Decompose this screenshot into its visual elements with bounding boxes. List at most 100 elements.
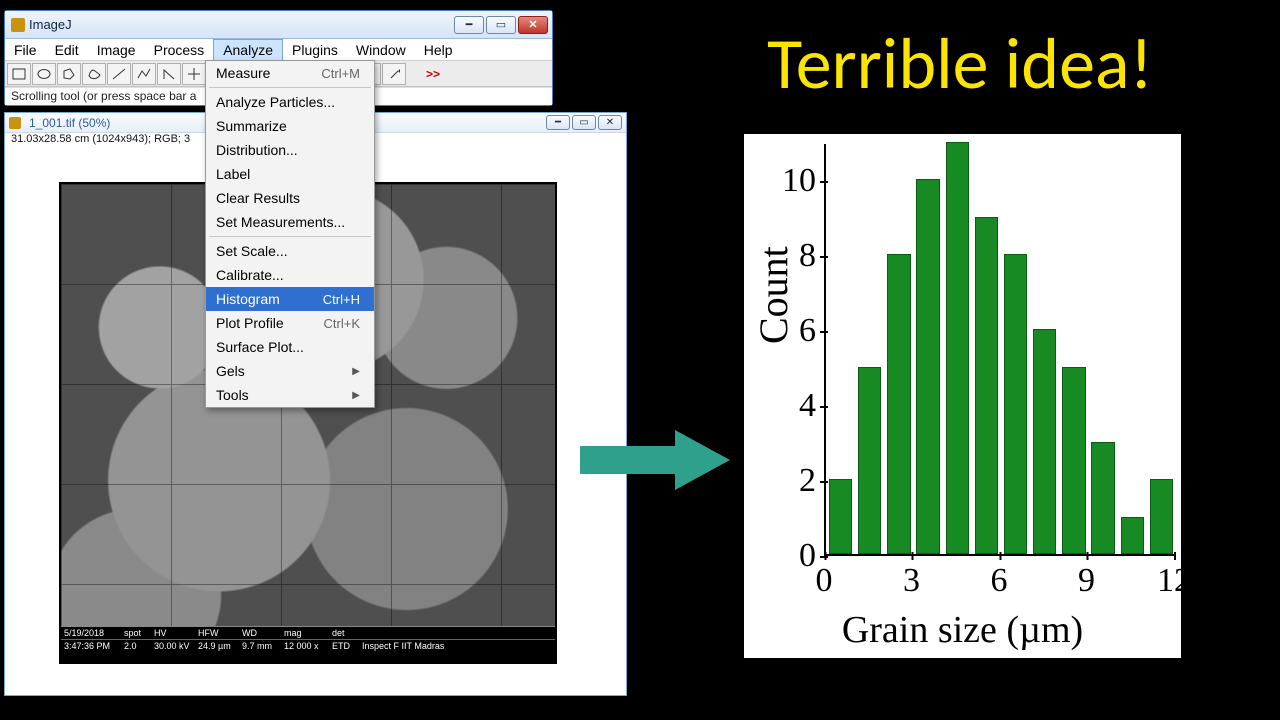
image-maximize-button[interactable]: ▭ [572,115,596,130]
tool-angle[interactable] [157,63,181,85]
chart-bar [975,217,998,554]
menu-item-shortcut: Ctrl+H [323,292,360,307]
sem-hdr-date: 5/19/2018 [64,628,122,638]
menu-item-set-measurements[interactable]: Set Measurements... [206,210,374,234]
menu-item-histogram[interactable]: Histogram Ctrl+H [206,287,374,311]
menu-analyze[interactable]: Analyze [213,39,283,60]
menu-item-label: Plot Profile [216,315,284,331]
menu-item-label: Label [216,166,250,182]
toolbar-more[interactable]: >> [420,63,446,85]
tool-point[interactable] [182,63,206,85]
menu-item-label: Set Measurements... [216,214,345,230]
menu-item-clear-results[interactable]: Clear Results [206,186,374,210]
menu-separator [209,87,371,88]
menu-item-label: Analyze Particles... [216,94,335,110]
sem-val-spot: 2.0 [124,641,152,651]
image-window-icon [9,117,21,129]
slide-headline: Terrible idea! [660,20,1260,108]
menu-item-surface-plot[interactable]: Surface Plot... [206,335,374,359]
menu-item-shortcut: Ctrl+K [324,316,360,331]
sem-val-hv: 30.00 kV [154,641,196,651]
sem-hdr-hfw: HFW [198,628,240,638]
chart-ytick: 2 [768,462,816,500]
chart-ytick: 4 [768,387,816,425]
chart-ytick: 8 [768,237,816,275]
chart-bar [1150,479,1173,554]
menu-item-label: Histogram [216,291,280,307]
tool-rect-select[interactable] [7,63,31,85]
chart-area: Count Grain size (µm) 0246810036912 [752,144,1173,652]
sem-hdr-wd: WD [242,628,282,638]
chart-bar [946,142,969,554]
image-close-button[interactable]: ✕ [598,115,622,130]
sem-val-mag: 12 000 x [284,641,330,651]
menu-item-label: Measure [216,65,270,81]
sem-val-time: 3:47:36 PM [64,641,122,651]
chart-bar [1033,329,1056,554]
image-window-buttons: ━ ▭ ✕ [546,115,622,130]
analyze-menu-dropdown: MeasureCtrl+M Analyze Particles... Summari… [205,60,375,408]
tool-oval-select[interactable] [32,63,56,85]
menu-item-set-scale[interactable]: Set Scale... [206,239,374,263]
chart-xlabel: Grain size (µm) [752,608,1173,652]
chart-ytick: 10 [768,162,816,200]
menu-separator [209,236,371,237]
sem-hdr-hv: HV [154,628,196,638]
sem-info-values: 3:47:36 PM 2.0 30.00 kV 24.9 µm 9.7 mm 1… [61,640,555,652]
menu-item-label: Calibrate... [216,267,284,283]
sem-hdr-mag: mag [284,628,330,638]
histogram-chart: Count Grain size (µm) 0246810036912 [740,130,1185,662]
menu-help[interactable]: Help [415,39,462,60]
menu-file[interactable]: File [5,39,46,60]
submenu-arrow-icon: ▶ [352,366,360,377]
menu-item-calibrate[interactable]: Calibrate... [206,263,374,287]
chart-bar [1091,442,1114,554]
imagej-title: ImageJ [29,17,72,32]
sem-hdr-spot: spot [124,628,152,638]
menu-item-label: Clear Results [216,190,300,206]
imagej-titlebar[interactable]: ImageJ ━ ▭ ✕ [5,11,552,39]
maximize-button[interactable]: ▭ [486,16,516,34]
menu-item-label[interactable]: Label [206,162,374,186]
menu-item-label: Distribution... [216,142,298,158]
menu-plugins[interactable]: Plugins [283,39,347,60]
menu-item-analyze-particles[interactable]: Analyze Particles... [206,90,374,114]
menu-image[interactable]: Image [88,39,145,60]
imagej-icon [11,18,25,32]
sem-val-inst: Inspect F IIT Madras [362,641,552,651]
tool-freehand-select[interactable] [82,63,106,85]
sem-info-header: 5/19/2018 spot HV HFW WD mag det [61,627,555,640]
menu-item-tools[interactable]: Tools▶ [206,383,374,407]
menu-item-gels[interactable]: Gels▶ [206,359,374,383]
chart-xtick: 0 [816,562,833,600]
chart-xtick: 3 [903,562,920,600]
image-minimize-button[interactable]: ━ [546,115,570,130]
tool-segmented-line[interactable] [132,63,156,85]
menu-item-plot-profile[interactable]: Plot Profile Ctrl+K [206,311,374,335]
menu-item-label: Summarize [216,118,287,134]
chart-ytick: 6 [768,312,816,350]
tool-line[interactable] [107,63,131,85]
toolbar-separator [407,63,419,85]
chart-plot [824,144,1174,556]
menu-process[interactable]: Process [145,39,214,60]
menu-item-label: Surface Plot... [216,339,304,355]
tool-polygon-select[interactable] [57,63,81,85]
menu-item-distribution[interactable]: Distribution... [206,138,374,162]
menu-window[interactable]: Window [347,39,415,60]
chart-bar [1004,254,1027,554]
window-buttons: ━ ▭ ✕ [454,16,548,34]
menu-edit[interactable]: Edit [46,39,88,60]
close-button[interactable]: ✕ [518,16,548,34]
tool-lut[interactable] [382,63,406,85]
menu-item-measure[interactable]: MeasureCtrl+M [206,61,374,85]
menu-item-summarize[interactable]: Summarize [206,114,374,138]
chart-bar [887,254,910,554]
menubar: File Edit Image Process Analyze Plugins … [5,39,552,61]
minimize-button[interactable]: ━ [454,16,484,34]
chart-xtick: 12 [1157,562,1191,600]
chart-ytick: 0 [768,537,816,575]
sem-info-bar: 5/19/2018 spot HV HFW WD mag det 3:47:36… [61,626,555,662]
sem-val-det: ETD [332,641,360,651]
chart-xtick: 6 [991,562,1008,600]
